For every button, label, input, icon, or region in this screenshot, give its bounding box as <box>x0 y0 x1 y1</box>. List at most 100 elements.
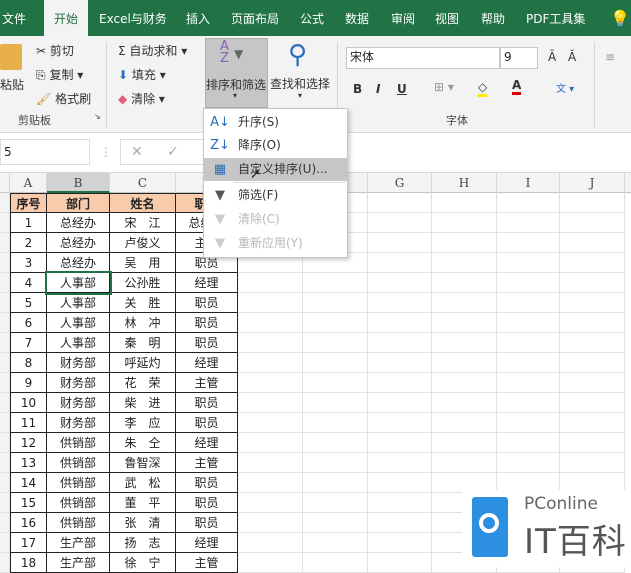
empty-cell[interactable] <box>303 273 368 293</box>
paste-button[interactable]: 粘贴 <box>0 76 24 93</box>
empty-cell[interactable] <box>368 533 432 553</box>
tab-excel-finance[interactable]: Excel与财务 <box>99 0 167 36</box>
cancel-icon[interactable]: ✕ <box>131 144 143 160</box>
tab-insert[interactable]: 插入 <box>186 0 210 36</box>
empty-cell[interactable] <box>368 473 432 493</box>
row-header[interactable] <box>0 533 10 553</box>
clipboard-launcher-icon[interactable]: ↘ <box>94 112 101 121</box>
font-color-icon[interactable]: A <box>512 78 522 95</box>
tab-home[interactable]: 开始 <box>44 0 88 36</box>
empty-cell[interactable] <box>238 453 303 473</box>
table-cell[interactable]: 武 松 <box>110 473 176 493</box>
empty-cell[interactable] <box>238 373 303 393</box>
empty-cell[interactable] <box>560 253 625 273</box>
fill-button[interactable]: ⬇ 填充 ▾ <box>118 66 166 83</box>
table-cell[interactable]: 职员 <box>176 473 238 493</box>
table-cell[interactable]: 总经办 <box>47 213 110 233</box>
row-header[interactable] <box>0 313 10 333</box>
empty-cell[interactable] <box>368 433 432 453</box>
column-header-C[interactable]: C <box>110 173 176 193</box>
empty-cell[interactable] <box>432 393 497 413</box>
empty-cell[interactable] <box>303 533 368 553</box>
row-header[interactable] <box>0 393 10 413</box>
sort-filter-button[interactable]: AZ ▼ 排序和筛选 ▾ <box>205 38 268 108</box>
empty-cell[interactable] <box>497 433 560 453</box>
table-cell[interactable]: 财务部 <box>47 393 110 413</box>
empty-cell[interactable] <box>560 233 625 253</box>
empty-cell[interactable] <box>368 193 432 213</box>
table-header-cell[interactable]: 部门 <box>47 193 110 213</box>
empty-cell[interactable] <box>497 233 560 253</box>
table-cell[interactable]: 11 <box>10 413 47 433</box>
row-header[interactable] <box>0 193 10 213</box>
table-cell[interactable]: 职员 <box>176 513 238 533</box>
tab-page-layout[interactable]: 页面布局 <box>231 0 279 36</box>
table-cell[interactable]: 经理 <box>176 273 238 293</box>
empty-cell[interactable] <box>432 333 497 353</box>
empty-cell[interactable] <box>238 433 303 453</box>
empty-cell[interactable] <box>303 513 368 533</box>
table-cell[interactable]: 秦 明 <box>110 333 176 353</box>
table-cell[interactable]: 呼延灼 <box>110 353 176 373</box>
enter-icon[interactable]: ✓ <box>167 144 179 160</box>
empty-cell[interactable] <box>497 293 560 313</box>
empty-cell[interactable] <box>238 393 303 413</box>
empty-cell[interactable] <box>368 393 432 413</box>
table-cell[interactable]: 关 胜 <box>110 293 176 313</box>
table-cell[interactable]: 柴 进 <box>110 393 176 413</box>
empty-cell[interactable] <box>238 353 303 373</box>
empty-cell[interactable] <box>368 413 432 433</box>
menu-item-sort-ascending[interactable]: A↓ 升序(S) <box>204 111 347 134</box>
table-cell[interactable]: 生产部 <box>47 533 110 553</box>
empty-cell[interactable] <box>368 233 432 253</box>
row-header[interactable] <box>0 473 10 493</box>
empty-cell[interactable] <box>560 373 625 393</box>
borders-icon[interactable]: ⊞ ▾ <box>434 80 454 94</box>
empty-cell[interactable] <box>560 393 625 413</box>
empty-cell[interactable] <box>303 393 368 413</box>
fill-color-icon[interactable]: ◇ <box>478 80 488 97</box>
table-cell[interactable]: 14 <box>10 473 47 493</box>
table-cell[interactable]: 16 <box>10 513 47 533</box>
tab-data[interactable]: 数据 <box>345 0 369 36</box>
table-cell[interactable]: 总经办 <box>47 253 110 273</box>
row-header[interactable] <box>0 553 10 573</box>
table-cell[interactable]: 林 冲 <box>110 313 176 333</box>
empty-cell[interactable] <box>497 273 560 293</box>
table-cell[interactable]: 花 荣 <box>110 373 176 393</box>
empty-cell[interactable] <box>368 313 432 333</box>
empty-cell[interactable] <box>560 453 625 473</box>
table-cell[interactable]: 供销部 <box>47 513 110 533</box>
align-icon[interactable]: ≡ <box>605 50 615 64</box>
table-cell[interactable]: 13 <box>10 453 47 473</box>
table-cell[interactable]: 主管 <box>176 453 238 473</box>
table-cell[interactable]: 经理 <box>176 433 238 453</box>
table-cell[interactable]: 职员 <box>176 333 238 353</box>
empty-cell[interactable] <box>238 493 303 513</box>
empty-cell[interactable] <box>560 353 625 373</box>
table-cell[interactable]: 生产部 <box>47 553 110 573</box>
select-all-corner[interactable] <box>0 173 10 193</box>
table-cell[interactable]: 人事部 <box>45 271 112 295</box>
tab-view[interactable]: 视图 <box>435 0 459 36</box>
table-cell[interactable]: 18 <box>10 553 47 573</box>
table-cell[interactable]: 9 <box>10 373 47 393</box>
empty-cell[interactable] <box>560 213 625 233</box>
table-cell[interactable]: 公孙胜 <box>110 273 176 293</box>
format-painter-button[interactable]: 🖌 格式刷 <box>36 90 91 107</box>
empty-cell[interactable] <box>303 493 368 513</box>
empty-cell[interactable] <box>303 433 368 453</box>
row-header[interactable] <box>0 373 10 393</box>
table-cell[interactable]: 17 <box>10 533 47 553</box>
column-header-A[interactable]: A <box>10 173 47 193</box>
empty-cell[interactable] <box>368 213 432 233</box>
column-header-G[interactable]: G <box>368 173 432 193</box>
empty-cell[interactable] <box>303 413 368 433</box>
underline-button[interactable]: U <box>397 82 407 96</box>
tab-file[interactable]: 文件 <box>2 0 26 36</box>
table-cell[interactable]: 供销部 <box>47 493 110 513</box>
table-cell[interactable]: 人事部 <box>47 313 110 333</box>
empty-cell[interactable] <box>303 453 368 473</box>
empty-cell[interactable] <box>432 353 497 373</box>
empty-cell[interactable] <box>560 313 625 333</box>
